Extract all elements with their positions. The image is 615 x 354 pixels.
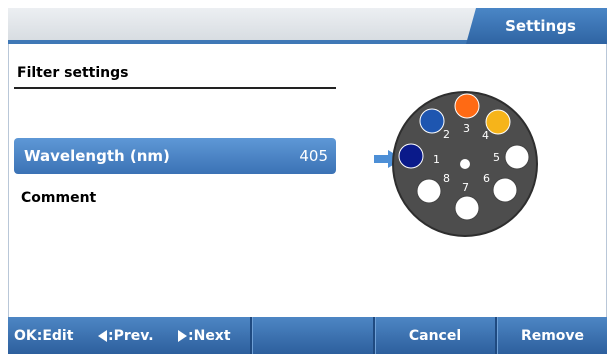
left-triangle-icon: [98, 329, 107, 342]
footer-separator: [250, 317, 253, 354]
prev-hint[interactable]: :Prev.: [98, 317, 154, 354]
pos-3-number: 3: [463, 122, 470, 135]
filter-pos-5: [504, 144, 530, 170]
pos-4-number: 4: [482, 129, 489, 142]
pos-8-number: 8: [443, 172, 450, 185]
list-item-comment[interactable]: Comment: [21, 190, 96, 206]
filter-pos-4: [485, 109, 511, 135]
pos-6-number: 6: [483, 172, 490, 185]
pos-2-number: 2: [443, 128, 450, 141]
wavelength-label: Wavelength (nm): [24, 147, 170, 165]
wheel-hub: [460, 159, 470, 169]
cancel-button[interactable]: Cancel: [376, 317, 494, 354]
page-title: Filter settings: [17, 65, 129, 81]
filter-pos-8: [416, 178, 442, 204]
next-hint[interactable]: :Next: [178, 317, 231, 354]
filter-pos-3: [454, 93, 480, 119]
tab-settings-label: Settings: [505, 17, 576, 35]
filter-pos-7: [454, 195, 480, 221]
pos-1-number: 1: [433, 153, 440, 166]
filter-wheel: 1 2 3 4 5 6 7 8: [392, 91, 538, 237]
filter-pos-2: [419, 108, 445, 134]
next-label: :Next: [188, 327, 231, 344]
right-triangle-icon: [178, 329, 187, 342]
title-underline: [14, 87, 336, 89]
tab-settings[interactable]: Settings: [466, 8, 607, 44]
prev-label: :Prev.: [108, 327, 154, 344]
pos-7-number: 7: [462, 181, 469, 194]
ok-edit-hint: OK:Edit: [14, 327, 74, 344]
filter-pos-6: [492, 177, 518, 203]
pos-5-number: 5: [493, 151, 500, 164]
filter-pos-1: [398, 143, 424, 169]
remove-button[interactable]: Remove: [498, 317, 607, 354]
list-item-wavelength[interactable]: Wavelength (nm) 405: [14, 138, 336, 174]
wavelength-value: 405: [299, 147, 328, 165]
